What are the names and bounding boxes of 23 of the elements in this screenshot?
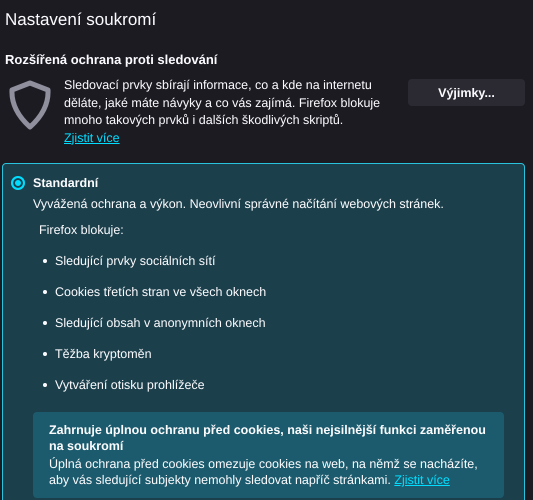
option-label[interactable]: Standardní xyxy=(33,176,98,190)
blocked-item: Sledující obsah v anonymních oknech xyxy=(55,316,266,330)
exceptions-button[interactable]: Výjimky... xyxy=(408,79,525,106)
page-title: Nastavení soukromí xyxy=(5,9,158,31)
blocked-item: Cookies třetích stran ve všech oknech xyxy=(55,285,266,299)
blocked-item: Těžba kryptoměn xyxy=(55,347,152,361)
section-description: Sledovací prvky sbírají informace, co a kde na internetu děláte, jaké máte návyky a co vás zajímá. Firefox blokuje mnoho takových prvků i dalších škodlivých skriptů. Zjistit více xyxy=(64,77,382,147)
radio-button[interactable] xyxy=(11,176,25,190)
info-text: Úplná ochrana před cookies omezuje cookies na web, na němž se nacházíte, aby vás sledující subjekty nemohly sledovat napříč stránkami. Zjistit více xyxy=(49,456,479,488)
bullet-icon xyxy=(43,259,47,263)
option-description: Vyvážená ochrana a výkon. Neovlivní správné načítání webových stránek. xyxy=(33,197,445,211)
bullet-icon xyxy=(43,383,47,387)
blocked-item: Vytváření otisku prohlížeče xyxy=(55,378,205,392)
learn-more-link[interactable]: Zjistit více xyxy=(394,473,450,487)
learn-more-link[interactable]: Zjistit více xyxy=(64,130,120,144)
shield-icon xyxy=(8,80,52,130)
blocks-heading: Firefox blokuje: xyxy=(39,223,125,237)
blocked-item: Sledující prvky sociálních sítí xyxy=(55,254,216,268)
section-heading: Rozšířená ochrana proti sledování xyxy=(5,52,219,68)
bullet-icon xyxy=(43,290,47,294)
info-title: Zahrnuje úplnou ochranu před cookies, naši nejsilnější funkci zaměřenou na soukromí xyxy=(49,422,487,454)
bullet-icon xyxy=(43,352,47,356)
bullet-icon xyxy=(43,321,47,325)
